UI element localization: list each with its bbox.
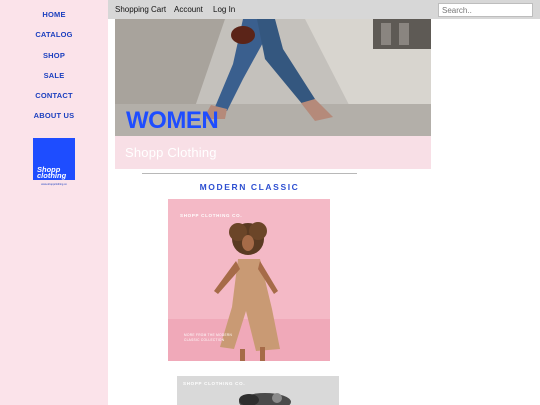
nav-sale[interactable]: SALE bbox=[0, 71, 108, 80]
product-copy-line: CLASSIC COLLECTION bbox=[184, 337, 225, 342]
hero-banner[interactable]: WOMEN bbox=[115, 19, 431, 136]
search-input[interactable] bbox=[438, 3, 533, 17]
log-in-link[interactable]: Log In bbox=[213, 0, 235, 19]
nav-home[interactable]: HOME bbox=[0, 10, 108, 19]
product-card[interactable]: SHOPP CLOTHING CO. bbox=[177, 376, 339, 405]
nav-contact[interactable]: CONTACT bbox=[0, 91, 108, 100]
logo-url: www.shoppclothing.co bbox=[41, 183, 67, 186]
nav-about-us[interactable]: ABOUT US bbox=[0, 111, 108, 120]
account-link[interactable]: Account bbox=[174, 0, 203, 19]
shopping-cart-link[interactable]: Shopping Cart bbox=[115, 0, 166, 19]
product-brand: SHOPP CLOTHING CO. bbox=[183, 381, 246, 386]
product-copy: MORE FROM THE MODERN CLASSIC COLLECTION bbox=[184, 333, 232, 342]
logo-text-line: clothing bbox=[37, 171, 67, 180]
section-title: MODERN CLASSIC bbox=[199, 182, 300, 192]
hero-caption-bar: Shopp Clothing bbox=[115, 136, 431, 169]
nav-shop[interactable]: SHOP bbox=[0, 51, 108, 60]
product-brand: SHOPP CLOTHING CO. bbox=[180, 213, 243, 218]
section-divider bbox=[142, 173, 357, 174]
nav-catalog[interactable]: CATALOG bbox=[0, 30, 108, 39]
brand-logo[interactable]: Shopp clothing bbox=[33, 138, 75, 180]
product-copy-line: MORE FROM THE MODERN bbox=[184, 333, 233, 337]
sidebar: HOME CATALOG SHOP SALE CONTACT ABOUT US … bbox=[0, 0, 108, 405]
hero-title: WOMEN bbox=[126, 107, 219, 134]
product-card[interactable]: SHOPP CLOTHING CO. MORE FROM THE MODERN … bbox=[168, 199, 330, 361]
hero-caption: Shopp Clothing bbox=[125, 145, 217, 160]
